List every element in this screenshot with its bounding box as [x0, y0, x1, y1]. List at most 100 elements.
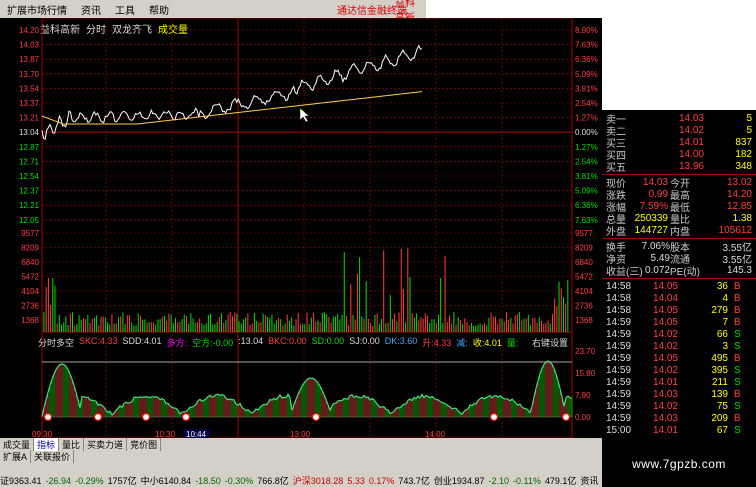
index-zx[interactable]: 中小6140.84 [141, 474, 192, 487]
signal-marker [43, 412, 53, 422]
menu-item-help[interactable]: 帮助 [142, 2, 176, 17]
pct-tick-label: 2.54% [575, 99, 598, 108]
chart-frame [41, 18, 573, 438]
stat-label: PE(动) [670, 266, 700, 278]
indicator-tick-label: 7.90 [575, 391, 591, 400]
price-tick-label: 12.21 [19, 201, 40, 210]
tab-related-quote[interactable]: 关联报价 [31, 449, 75, 463]
tick-direction: B [734, 352, 741, 364]
order-volume: 837 [735, 136, 752, 148]
tick-row: 14:59 14.02 66 S [602, 328, 756, 340]
tick-time: 14:59 [606, 400, 632, 412]
tick-time: 14:58 [606, 304, 632, 316]
order-price: 14.00 [678, 148, 704, 160]
order-volume: 182 [735, 148, 752, 160]
tick-price: 14.02 [652, 328, 678, 340]
stat-value: 144727 [634, 224, 668, 236]
menu-item-tools[interactable]: 工具 [108, 2, 142, 17]
tick-direction: B [734, 280, 741, 292]
tick-time: 14:59 [606, 376, 632, 388]
tick-volume: 211 [712, 376, 728, 388]
ind-dk: DK:3.60 [384, 336, 418, 346]
stat-value: 1.38 [732, 212, 752, 224]
tick-price: 14.02 [652, 400, 678, 412]
menu-item-news[interactable]: 资讯 [74, 2, 108, 17]
tick-price: 14.05 [652, 304, 678, 316]
pct-tick-label: 7.63% [575, 41, 598, 50]
indicator-tick-label: 23.70 [575, 347, 596, 356]
tick-time: 14:59 [606, 412, 632, 424]
intraday-chart[interactable]: 益科高新 分时 双龙齐飞 成交量 14.20 8.90% 14.03 7.63% 13.… [0, 18, 602, 438]
price-tick-label: 14.03 [19, 41, 40, 50]
tab-buy-sell[interactable]: 买卖力道 [84, 437, 128, 451]
order-level-label: 买五 [606, 162, 626, 174]
stat-value: 7.06% [641, 240, 670, 252]
right-click-settings[interactable]: 右键设置 [532, 336, 568, 349]
quote-stat-row: 外盘 144727 内盘 105612 [602, 224, 756, 238]
signal-marker [311, 412, 321, 422]
order-price: 14.01 [678, 136, 704, 148]
menu-item-market[interactable]: 扩展市场行情 [0, 2, 74, 17]
tick-row: 14:59 14.05 7 B [602, 316, 756, 328]
tick-time: 14:59 [606, 388, 632, 400]
index-sh[interactable]: 证9363.41 [0, 474, 42, 487]
tick-row: 14:59 14.02 3 S [602, 340, 756, 352]
ind-sdd: SDD:4.01 [122, 336, 162, 346]
ind-qu: 量: [506, 338, 519, 348]
index-cy[interactable]: 创业1934.87 [434, 474, 485, 487]
tick-price: 14.03 [652, 412, 678, 424]
quote-panel: 卖一 14.03 5 卖二 14.02 5 买三 14.01 837 买四 14.00 182 买五 13… [602, 110, 756, 440]
tab-ext-a[interactable]: 扩展A [0, 449, 32, 463]
watermark: www.7gpzb.com [602, 440, 756, 487]
tick-price: 14.02 [652, 340, 678, 352]
tick-direction: S [734, 340, 741, 352]
index-hs[interactable]: 沪深3018.28 [293, 474, 344, 487]
separator [602, 278, 756, 279]
chart-canvas: 14.20 8.90% 14.03 7.63% 13.87 6.36% 13.70 5.09%… [19, 18, 598, 438]
volume-tick-label-right: 8209 [575, 244, 593, 253]
news-button[interactable]: 资讯 [580, 474, 598, 487]
tick-price: 14.05 [652, 280, 678, 292]
volume-tick-label: 6840 [21, 258, 39, 267]
tick-volume: 4 [722, 292, 728, 304]
volume-tick-label: 9577 [21, 229, 39, 238]
stat-value: 0.99 [648, 188, 668, 200]
pct-tick-label: 1.27% [575, 143, 598, 152]
index-status-bar: 证9363.41 -26.94 -0.29% 1757亿 中小6140.84 -… [0, 474, 602, 487]
index-hs-amt: 743.7亿 [398, 476, 430, 486]
order-volume: 5 [746, 124, 752, 136]
tick-direction: S [734, 328, 741, 340]
tab-auction[interactable]: 竞价图 [127, 437, 162, 451]
stat-value: 12.85 [726, 200, 752, 212]
tick-volume: 495 [711, 352, 728, 364]
price-tick-label: 12.87 [19, 143, 40, 152]
signal-marker [141, 412, 151, 422]
tick-row: 14:59 14.03 209 B [602, 412, 756, 424]
index-sh-chg: -26.94 [45, 475, 72, 486]
tick-volume: 67 [716, 424, 728, 436]
volume-tick-label: 8209 [21, 244, 39, 253]
tick-direction: B [734, 412, 741, 424]
order-book-row[interactable]: 买五 13.96 348 [602, 160, 756, 174]
signal-marker [93, 412, 103, 422]
indicator-line [41, 360, 573, 417]
tick-volume: 7 [722, 316, 728, 328]
tick-direction: S [734, 400, 741, 412]
price-tick-label: 13.54 [19, 84, 40, 93]
volume-tick-label: 2736 [21, 302, 39, 311]
stat-value: 0.072 [644, 264, 670, 276]
signal-marker [181, 412, 191, 422]
tick-time: 14:59 [606, 352, 632, 364]
stat-label: 外盘 [606, 226, 626, 238]
volume-tick-label: 1368 [21, 316, 39, 325]
volume-tick-label-right: 1368 [575, 316, 593, 325]
tick-row: 14:58 14.05 36 B [602, 280, 756, 292]
volume-tick-label: 5472 [21, 273, 39, 282]
tick-row: 14:59 14.02 75 S [602, 400, 756, 412]
price-tick-label: 13.37 [19, 99, 40, 108]
tick-price: 14.03 [652, 388, 678, 400]
price-tick-label: 14.20 [19, 26, 40, 35]
pct-tick-label: 0.00% [575, 128, 598, 137]
tick-row: 14:59 14.03 139 B [602, 388, 756, 400]
index-zx-pct: -0.30% [224, 475, 254, 486]
